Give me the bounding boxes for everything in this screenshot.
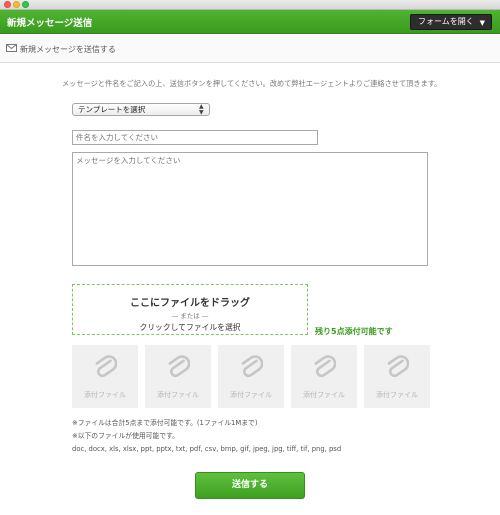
file-types-heading: ※以下のファイルが使用可能です。	[72, 432, 179, 440]
window-titlebar	[0, 0, 500, 10]
attachment-slot-label: 添付ファイル	[157, 391, 199, 399]
attachment-notes: ※ファイルは合計5点まで添付可能です。(1ファイル1Mまで) ※以下のファイルが…	[72, 417, 341, 456]
app-header: 新規メッセージ送信 フォームを開く ▼	[0, 10, 500, 34]
template-select-value: テンプレートを選択	[78, 105, 146, 114]
section-header: 新規メッセージを送信する	[0, 35, 500, 63]
paperclip-icon	[95, 355, 117, 378]
attachment-slot[interactable]: 添付ファイル	[218, 345, 284, 408]
open-form-label: フォームを開く	[418, 17, 474, 26]
attachment-slot-label: 添付ファイル	[303, 391, 345, 399]
attachment-slot-label: 添付ファイル	[230, 391, 272, 399]
page-title: 新規メッセージ送信	[7, 18, 93, 29]
open-form-button[interactable]: フォームを開く ▼	[410, 14, 492, 30]
file-types-list: doc, docx, xls, xlsx, ppt, pptx, txt, pd…	[72, 445, 342, 453]
attachment-slot[interactable]: 添付ファイル	[291, 345, 357, 408]
attachment-limit-note: ※ファイルは合計5点まで添付可能です。(1ファイル1Mまで)	[72, 419, 258, 427]
window-minimize-button[interactable]	[13, 1, 20, 8]
window-maximize-button[interactable]	[22, 1, 29, 8]
file-dropzone[interactable]: ここにファイルをドラッグ ― または ― クリックしてファイルを選択	[72, 284, 308, 335]
paperclip-icon	[314, 355, 336, 378]
paperclip-icon	[387, 355, 409, 378]
section-title: 新規メッセージを送信する	[20, 45, 116, 54]
attachment-slot-label: 添付ファイル	[376, 391, 418, 399]
subject-input[interactable]	[72, 130, 318, 145]
attachment-slot[interactable]: 添付ファイル	[72, 345, 138, 408]
window-close-button[interactable]	[4, 1, 11, 8]
submit-button[interactable]: 送信する	[195, 472, 305, 499]
chevron-down-icon: ▼	[479, 19, 485, 27]
attachment-slot[interactable]: 添付ファイル	[364, 345, 430, 408]
attachment-slot[interactable]: 添付ファイル	[145, 345, 211, 408]
paperclip-icon	[241, 355, 263, 378]
attachment-slot-label: 添付ファイル	[84, 391, 126, 399]
dropzone-click-text: クリックしてファイルを選択	[139, 323, 241, 332]
dropzone-or: ― または ―	[171, 312, 209, 320]
remaining-attachments: 残り5点添付可能です	[315, 327, 393, 336]
mail-send-icon	[6, 44, 17, 52]
message-textarea[interactable]	[72, 152, 428, 266]
instruction-text: メッセージと件名をご記入の上、送信ボタンを押してください。改めて弊社エージェント…	[62, 79, 442, 88]
paperclip-icon	[168, 355, 190, 378]
dropzone-title: ここにファイルをドラッグ	[130, 298, 250, 309]
template-select[interactable]: テンプレートを選択 ▲ ▼	[72, 103, 210, 116]
select-arrows-icon: ▲ ▼	[199, 103, 204, 116]
